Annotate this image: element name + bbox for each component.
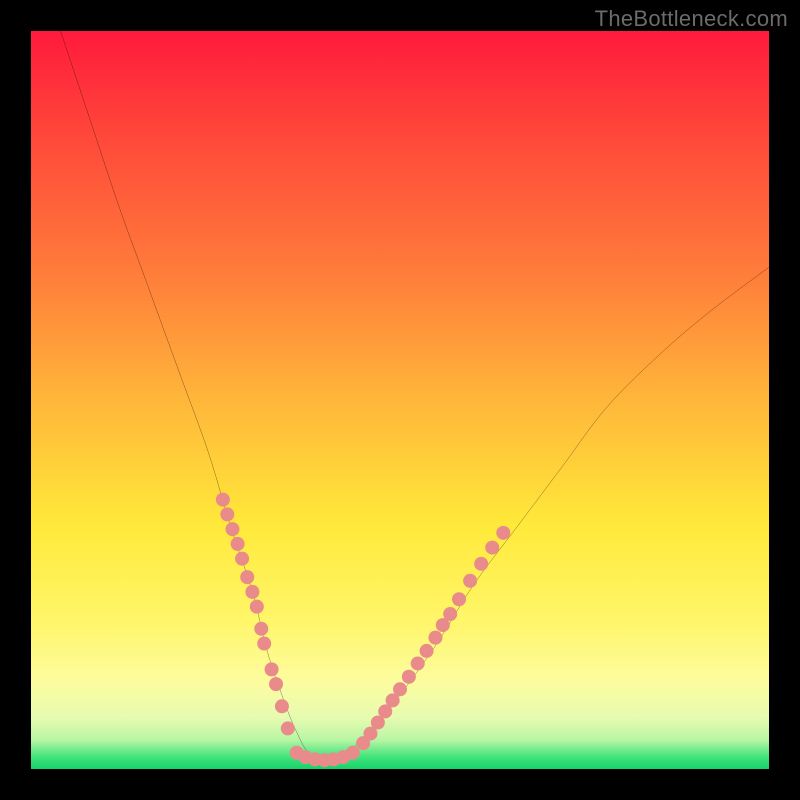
bottleneck-curve (61, 31, 769, 757)
highlight-dot (452, 592, 466, 606)
highlight-dot (474, 557, 488, 571)
highlight-dot (463, 574, 477, 588)
highlight-dot (485, 541, 499, 555)
curve-svg (31, 31, 769, 769)
highlight-dot (420, 644, 434, 658)
highlight-dot (411, 656, 425, 670)
watermark-text: TheBottleneck.com (595, 6, 788, 32)
highlight-dot (265, 662, 279, 676)
highlight-dot (216, 493, 230, 507)
highlight-dot (254, 622, 268, 636)
highlight-dot (428, 631, 442, 645)
highlight-dot (402, 670, 416, 684)
highlight-dot (281, 721, 295, 735)
highlight-dot (240, 570, 254, 584)
highlight-dot (250, 600, 264, 614)
highlight-dots (216, 493, 510, 768)
highlight-dot (269, 677, 283, 691)
highlight-dot (245, 585, 259, 599)
highlight-dot (257, 637, 271, 651)
highlight-dot (393, 682, 407, 696)
highlight-dot (346, 746, 360, 760)
highlight-dot (496, 526, 510, 540)
highlight-dot (235, 552, 249, 566)
highlight-dot (225, 522, 239, 536)
highlight-dot (443, 607, 457, 621)
highlight-dot (220, 507, 234, 521)
plot-area (31, 31, 769, 769)
highlight-dot (231, 537, 245, 551)
chart-frame: TheBottleneck.com (0, 0, 800, 800)
highlight-dot (275, 699, 289, 713)
